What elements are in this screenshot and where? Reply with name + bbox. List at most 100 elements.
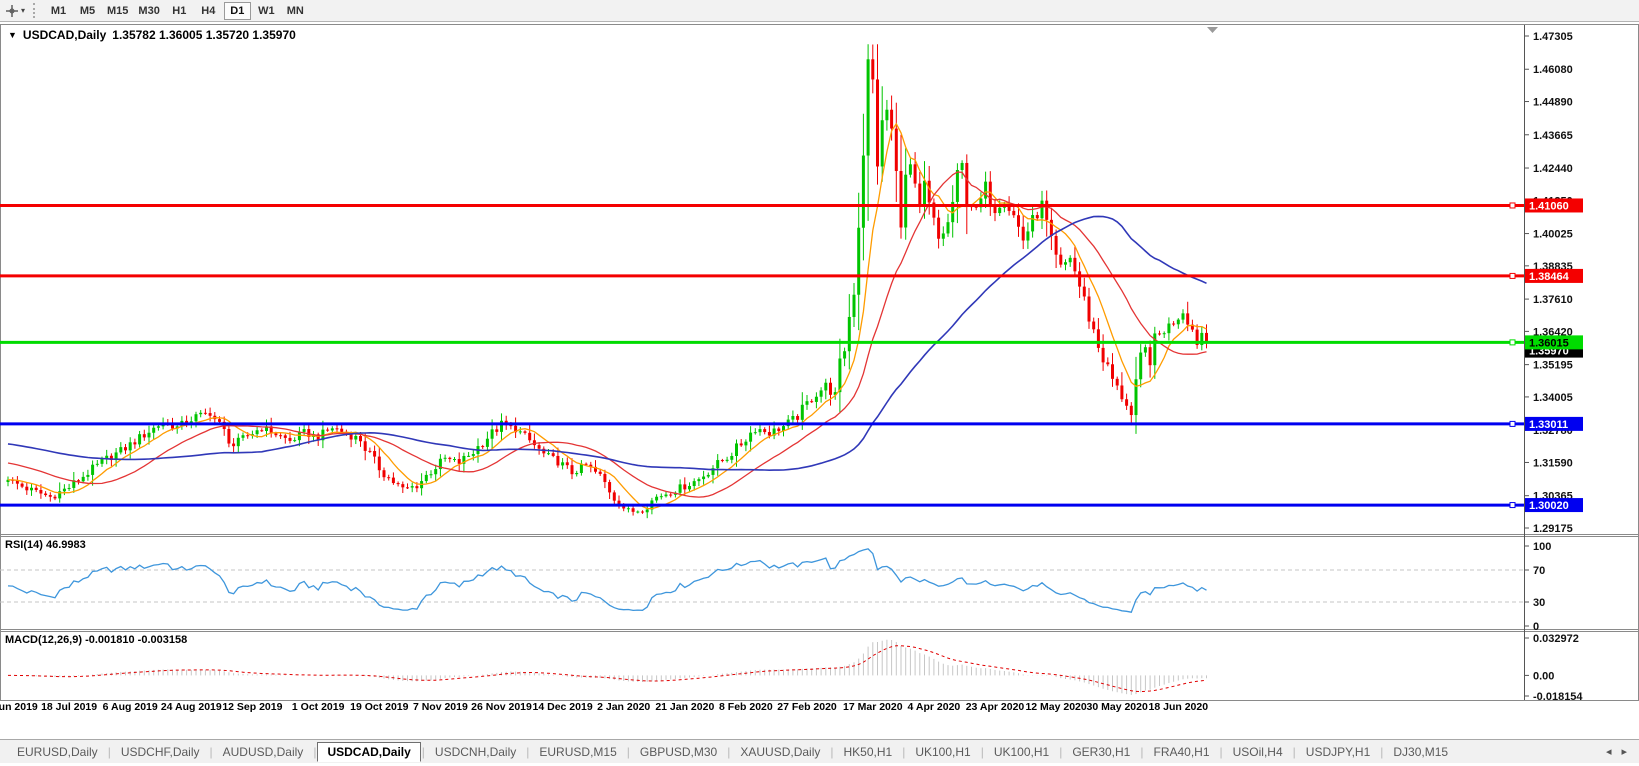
price-tick-label: 1.47305 [1533, 31, 1573, 43]
chart-tab-usdchf-daily[interactable]: USDCHF,Daily [112, 742, 209, 762]
rsi-scale-label: 100 [1533, 541, 1551, 553]
level-line-handle[interactable] [1509, 272, 1516, 279]
rsi-scale-label: 0 [1533, 621, 1539, 633]
rsi-scale-label: 70 [1533, 565, 1545, 577]
timeframe-button-m30[interactable]: M30 [134, 2, 163, 20]
date-tick-label: 2 Jan 2020 [597, 701, 651, 713]
date-tick-label: 24 Aug 2019 [160, 701, 222, 713]
price-tick-label: 1.46080 [1533, 64, 1573, 76]
chart-window-tabbar: EURUSD,Daily | USDCHF,Daily | AUDUSD,Daily | U… [0, 739, 1639, 763]
price-tick-label: 1.41250 [1533, 195, 1573, 207]
date-tick-label: 8 Feb 2020 [719, 701, 773, 713]
date-tick-label: 6 Aug 2019 [102, 701, 158, 713]
chart-title: ▼ USDCAD,Daily 1.35782 1.36005 1.35720 1… [8, 28, 296, 42]
macd-scale-label: 0.00 [1533, 670, 1554, 682]
level-price-label [1525, 268, 1583, 283]
chart-tab-audusd-daily[interactable]: AUDUSD,Daily [214, 742, 313, 762]
level-price-label [1525, 416, 1583, 431]
timeframe-button-m15[interactable]: M15 [103, 2, 132, 20]
price-tick-label: 1.34005 [1533, 392, 1573, 404]
macd-indicator-label: MACD(12,26,9) -0.001810 -0.003158 [5, 634, 188, 646]
price-tick-label: 1.30365 [1533, 491, 1573, 503]
timeframe-buttons: M1 M5 M15 M30 H1 H4 D1 W1 MN [44, 1, 310, 20]
svg-text:1.41060: 1.41060 [1529, 200, 1569, 212]
price-tick-label: 1.35195 [1533, 360, 1573, 372]
svg-text:1.35970: 1.35970 [1529, 346, 1569, 358]
timeframe-toolbar: ▾ M1 M5 M15 M30 H1 H4 D1 W1 MN [0, 0, 1639, 22]
date-tick-label: 29 Jun 2019 [0, 701, 38, 713]
timeframe-button-m1[interactable]: M1 [45, 2, 72, 20]
chart-tab-usdcnh-daily[interactable]: USDCNH,Daily [426, 742, 525, 762]
chart-tab-eurusd-daily[interactable]: EURUSD,Daily [8, 742, 107, 762]
chart-tab-usdcad-daily[interactable]: USDCAD,Daily [317, 741, 421, 762]
symbol-dropdown-icon[interactable]: ▼ [8, 30, 17, 40]
date-tick-label: 12 May 2020 [1025, 701, 1087, 713]
chart-tab-usoil-h4[interactable]: USOil,H4 [1224, 742, 1292, 762]
chart-tab-ger30-h1[interactable]: GER30,H1 [1063, 742, 1139, 762]
chart-tab-uk100-h1[interactable]: UK100,H1 [906, 742, 979, 762]
chart-tab-usdjpy-h1[interactable]: USDJPY,H1 [1297, 742, 1379, 762]
rsi-indicator-label: RSI(14) 46.9983 [5, 539, 86, 551]
svg-text:1.36015: 1.36015 [1529, 337, 1569, 349]
chart-window-border [0, 24, 1639, 701]
rsi-scale-label: 30 [1533, 597, 1545, 609]
level-line-handle[interactable] [1509, 420, 1516, 427]
chart-tab-fra40-h1[interactable]: FRA40,H1 [1144, 742, 1218, 762]
timeframe-button-d1[interactable]: D1 [223, 1, 251, 20]
timeframe-button-h1[interactable]: H1 [166, 2, 193, 20]
level-line-handle[interactable] [1509, 202, 1516, 209]
chart-ohlc-values: 1.35782 1.36005 1.35720 1.35970 [112, 28, 296, 42]
timeframe-button-mn[interactable]: MN [282, 2, 309, 20]
date-tick-label: 30 May 2020 [1086, 701, 1148, 713]
timeframe-button-w1[interactable]: W1 [253, 2, 280, 20]
price-tick-label: 1.31590 [1533, 457, 1573, 469]
chart-tab-hk50-h1[interactable]: HK50,H1 [835, 742, 902, 762]
price-tick-label: 1.42440 [1533, 163, 1573, 175]
toolbar-grip [33, 3, 38, 18]
timeframe-button-m5[interactable]: M5 [74, 2, 101, 20]
macd-signal-line [8, 645, 1207, 693]
macd-histogram [7, 639, 1207, 695]
macd-scale-label: 0.032972 [1533, 633, 1579, 645]
svg-text:1.38464: 1.38464 [1529, 271, 1570, 283]
chart-shift-marker-icon[interactable] [1207, 27, 1218, 33]
tab-scroll-arrows: ◂ ▸ [1606, 745, 1639, 758]
date-tick-label: 19 Oct 2019 [350, 701, 409, 713]
chart-tab-gbpusd-m30[interactable]: GBPUSD,M30 [631, 742, 726, 762]
tab-scroll-left-icon[interactable]: ◂ [1606, 745, 1612, 758]
fast-ma-line [7, 122, 1207, 510]
level-price-label [1525, 498, 1583, 513]
price-tick-label: 1.38835 [1533, 261, 1573, 273]
chevron-down-icon: ▾ [21, 6, 26, 15]
level-line-handle[interactable] [1509, 339, 1516, 346]
date-tick-label: 12 Sep 2019 [222, 701, 283, 713]
price-tick-label: 1.36420 [1533, 326, 1573, 338]
chart-tab-eurusd-m15[interactable]: EURUSD,M15 [530, 742, 625, 762]
date-tick-label: 21 Jan 2020 [655, 701, 715, 713]
date-tick-label: 27 Feb 2020 [777, 701, 837, 713]
chart-symbol-label: USDCAD,Daily [22, 28, 107, 42]
date-tick-label: 17 Mar 2020 [843, 701, 903, 713]
date-tick-label: 18 Jul 2019 [41, 701, 98, 713]
slow-ma-line [7, 215, 1207, 472]
price-tick-label: 1.40025 [1533, 229, 1573, 241]
price-tick-label: 1.37610 [1533, 294, 1573, 306]
timeframe-button-h4[interactable]: H4 [195, 2, 222, 20]
date-tick-label: 1 Oct 2019 [291, 701, 345, 713]
crosshair-icon [6, 4, 18, 17]
rsi-line [7, 548, 1207, 613]
svg-text:1.33011: 1.33011 [1529, 419, 1568, 431]
time-axis: 29 Jun 201918 Jul 2019 6 Aug 201924 Aug 2… [0, 701, 1639, 717]
date-tick-label: 7 Nov 2019 [412, 701, 468, 713]
chart-tab-xauusd-daily[interactable]: XAUUSD,Daily [731, 742, 829, 762]
tab-scroll-right-icon[interactable]: ▸ [1621, 745, 1627, 758]
current-price-label [1525, 343, 1583, 358]
level-line-handle[interactable] [1509, 502, 1516, 509]
chart-tabs: EURUSD,Daily | USDCHF,Daily | AUDUSD,Daily | U… [0, 741, 1457, 762]
crosshair-tool-button[interactable]: ▾ [0, 2, 30, 20]
svg-text:1.30020: 1.30020 [1529, 500, 1569, 512]
date-tick-label: 26 Nov 2019 [471, 701, 532, 713]
chart-tab-uk100-h1[interactable]: UK100,H1 [985, 742, 1058, 762]
chart-tab-dj30-m15[interactable]: DJ30,M15 [1384, 742, 1457, 762]
price-tick-label: 1.43665 [1533, 130, 1573, 142]
